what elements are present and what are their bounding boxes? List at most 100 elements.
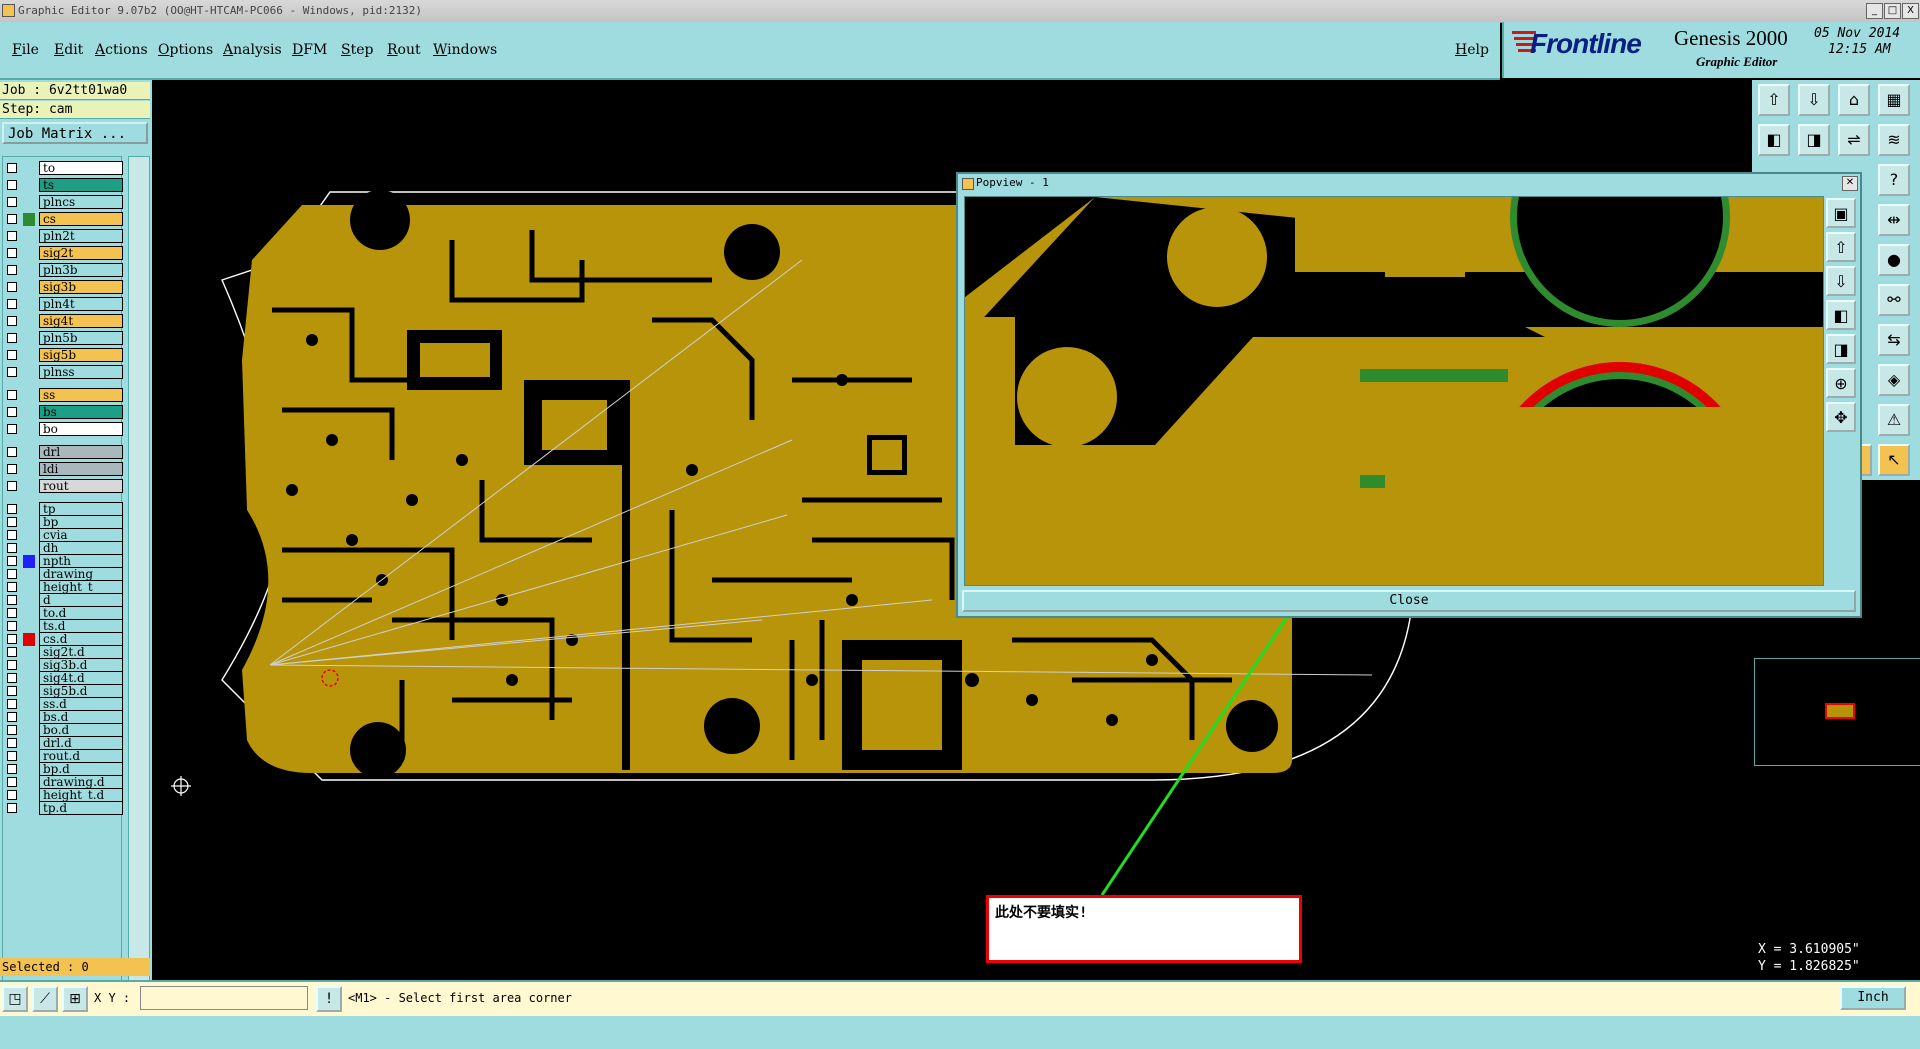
- layer-name[interactable]: to: [39, 161, 123, 175]
- menu-edit[interactable]: Edit: [54, 42, 83, 58]
- popview-fit-icon[interactable]: ▣: [1826, 198, 1856, 228]
- info-button-icon[interactable]: !: [316, 986, 342, 1012]
- layer-checkbox[interactable]: [7, 265, 17, 275]
- toolbar-grid-icon[interactable]: ▦: [1878, 84, 1910, 116]
- layer-name[interactable]: cvia: [39, 528, 123, 542]
- menu-windows[interactable]: Windows: [433, 42, 497, 58]
- layer-checkbox[interactable]: [7, 464, 17, 474]
- layer-checkbox[interactable]: [7, 725, 17, 735]
- toolbar-left-icon[interactable]: ◧: [1758, 124, 1790, 156]
- layer-row-tp-d[interactable]: tp.d: [5, 801, 123, 816]
- layer-name[interactable]: rout: [39, 479, 123, 493]
- layer-name[interactable]: tp.d: [39, 801, 123, 815]
- popview-down-icon[interactable]: ⇩: [1826, 266, 1856, 296]
- layer-name[interactable]: npth: [39, 554, 123, 568]
- layer-row-ldi[interactable]: ldi: [5, 462, 123, 477]
- layer-name[interactable]: ts: [39, 178, 123, 192]
- layer-checkbox[interactable]: [7, 197, 17, 207]
- menu-step[interactable]: Step: [341, 42, 373, 58]
- layer-checkbox[interactable]: [7, 764, 17, 774]
- layer-row-pln5b[interactable]: pln5b: [5, 331, 123, 346]
- layer-checkbox[interactable]: [7, 660, 17, 670]
- layer-row-rout[interactable]: rout: [5, 479, 123, 494]
- layer-row-sig4t[interactable]: sig4t: [5, 314, 123, 329]
- layer-checkbox[interactable]: [7, 350, 17, 360]
- popview-pan-icon[interactable]: ✥: [1826, 402, 1856, 432]
- toolbar-shapes-icon[interactable]: ◈: [1878, 364, 1910, 396]
- layer-checkbox[interactable]: [7, 751, 17, 761]
- select-tool-icon[interactable]: ◳: [2, 986, 28, 1012]
- layer-checkbox[interactable]: [7, 790, 17, 800]
- layer-checkbox[interactable]: [7, 299, 17, 309]
- layer-name[interactable]: sig3b: [39, 280, 123, 294]
- layer-row-plnss[interactable]: plnss: [5, 365, 123, 380]
- layer-name[interactable]: cs.d: [39, 632, 123, 646]
- layer-name[interactable]: drawing.d: [39, 775, 123, 789]
- layer-checkbox[interactable]: [7, 686, 17, 696]
- layer-name[interactable]: sig5b: [39, 348, 123, 362]
- layer-checkbox[interactable]: [7, 777, 17, 787]
- layer-name[interactable]: sig2t.d: [39, 645, 123, 659]
- layer-name[interactable]: bp: [39, 515, 123, 529]
- menu-file[interactable]: File: [12, 42, 39, 58]
- layer-name[interactable]: sig4t.d: [39, 671, 123, 685]
- toolbar-right-icon[interactable]: ◨: [1798, 124, 1830, 156]
- layer-row-bs[interactable]: bs: [5, 405, 123, 420]
- toolbar-connect-icon[interactable]: ⚯: [1878, 284, 1910, 316]
- layer-checkbox[interactable]: [7, 333, 17, 343]
- minimap[interactable]: [1754, 658, 1920, 766]
- toolbar-warning-icon[interactable]: ⚠: [1878, 404, 1910, 436]
- toolbar-split-icon[interactable]: ⇌: [1838, 124, 1870, 156]
- measure-tool-icon[interactable]: ⟋: [32, 986, 58, 1012]
- layer-name[interactable]: height_t: [39, 580, 123, 594]
- layer-name[interactable]: ss.d: [39, 697, 123, 711]
- layer-row-drl[interactable]: drl: [5, 445, 123, 460]
- layer-name[interactable]: ss: [39, 388, 123, 402]
- layer-checkbox[interactable]: [7, 390, 17, 400]
- popview-zoom-icon[interactable]: ⊕: [1826, 368, 1856, 398]
- popview-close-button[interactable]: Close: [962, 590, 1856, 612]
- layer-checkbox[interactable]: [7, 180, 17, 190]
- toolbar-copy-down-icon[interactable]: ⇩: [1798, 84, 1830, 116]
- layer-checkbox[interactable]: [7, 407, 17, 417]
- layer-name[interactable]: ldi: [39, 462, 123, 476]
- layer-row-to[interactable]: to: [5, 161, 123, 176]
- layer-name[interactable]: plncs: [39, 195, 123, 209]
- layer-name[interactable]: bo: [39, 422, 123, 436]
- layer-checkbox[interactable]: [7, 504, 17, 514]
- layer-name[interactable]: plnss: [39, 365, 123, 379]
- menu-actions[interactable]: Actions: [95, 42, 148, 58]
- layer-checkbox[interactable]: [7, 481, 17, 491]
- layer-row-sig5b[interactable]: sig5b: [5, 348, 123, 363]
- layer-row-ss[interactable]: ss: [5, 388, 123, 403]
- popview-left-icon[interactable]: ◧: [1826, 300, 1856, 330]
- layer-name[interactable]: bp.d: [39, 762, 123, 776]
- layer-row-sig3b[interactable]: sig3b: [5, 280, 123, 295]
- layer-checkbox[interactable]: [7, 712, 17, 722]
- layer-checkbox[interactable]: [7, 647, 17, 657]
- menu-rout[interactable]: Rout: [387, 42, 421, 58]
- layer-name[interactable]: rout.d: [39, 749, 123, 763]
- layer-checkbox[interactable]: [7, 595, 17, 605]
- layer-row-cs[interactable]: cs: [5, 212, 123, 227]
- layer-checkbox[interactable]: [7, 231, 17, 241]
- menu-dfm[interactable]: DFM: [292, 42, 327, 58]
- layer-list-scrollbar[interactable]: [128, 156, 150, 996]
- layer-name[interactable]: sig4t: [39, 314, 123, 328]
- layer-checkbox[interactable]: [7, 282, 17, 292]
- job-matrix-button[interactable]: Job Matrix ...: [2, 122, 148, 144]
- layer-name[interactable]: bo.d: [39, 723, 123, 737]
- layer-checkbox[interactable]: [7, 424, 17, 434]
- toolbar-wave-icon[interactable]: ≋: [1878, 124, 1910, 156]
- popview-up-icon[interactable]: ⇧: [1826, 232, 1856, 262]
- layer-row-pln2t[interactable]: pln2t: [5, 229, 123, 244]
- layer-checkbox[interactable]: [7, 634, 17, 644]
- layer-row-pln3b[interactable]: pln3b: [5, 263, 123, 278]
- layer-row-plncs[interactable]: plncs: [5, 195, 123, 210]
- layer-name[interactable]: height_t.d: [39, 788, 123, 802]
- xy-input[interactable]: [140, 986, 308, 1010]
- layer-checkbox[interactable]: [7, 699, 17, 709]
- popview-close-icon[interactable]: ✕: [1842, 176, 1858, 191]
- toolbar-help-icon[interactable]: ?: [1878, 164, 1910, 196]
- layer-name[interactable]: drl.d: [39, 736, 123, 750]
